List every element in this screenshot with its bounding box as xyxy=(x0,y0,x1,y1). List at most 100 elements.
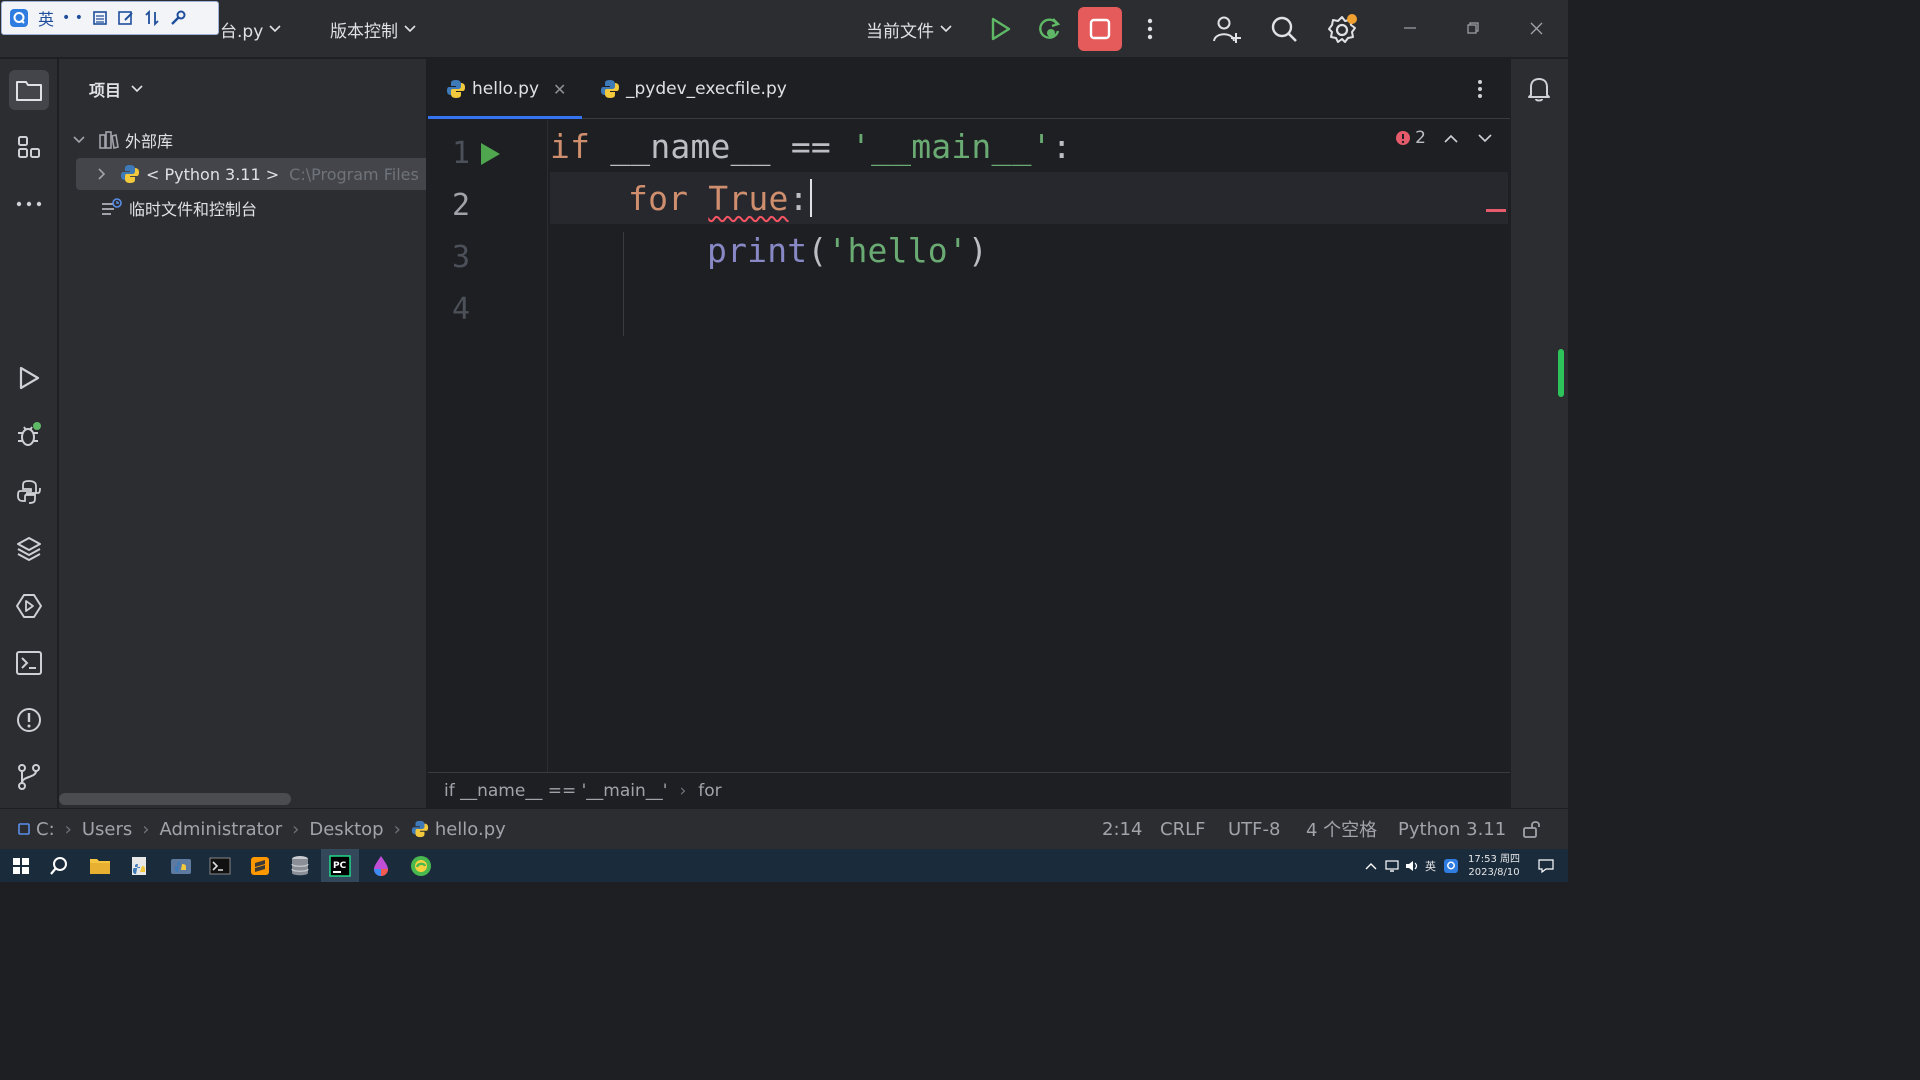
services-icon[interactable] xyxy=(9,586,49,626)
volume-icon[interactable] xyxy=(1405,860,1419,872)
tree-item-scratches[interactable]: 临时文件和控制台 xyxy=(101,192,421,224)
project-panel-header[interactable]: 项目 xyxy=(89,77,143,101)
error-badge-icon[interactable]: 2 xyxy=(1395,128,1426,148)
project-panel-title[interactable]: 项目 xyxy=(89,77,121,101)
nav-path-item[interactable]: Users xyxy=(82,819,132,840)
code-line-1[interactable]: if __name__ == '__main__': xyxy=(550,120,1072,172)
lock-icon[interactable] xyxy=(1522,809,1542,849)
code-paren: ( xyxy=(807,230,828,270)
debug-bug-icon[interactable] xyxy=(9,415,49,455)
taskbar-clock[interactable]: 17:53 周四 2023/8/10 xyxy=(1468,853,1520,879)
notifications-bell-icon[interactable] xyxy=(1519,69,1559,109)
tray-expand-icon[interactable] xyxy=(1365,862,1377,870)
more-tools-icon[interactable] xyxy=(9,184,49,224)
run-tool-icon[interactable] xyxy=(9,358,49,398)
nav-path-item[interactable]: C: xyxy=(36,819,55,840)
tree-item-label: 外部库 xyxy=(125,132,174,151)
terminal-icon[interactable] xyxy=(9,643,49,683)
inspection-widget[interactable]: 2 xyxy=(1395,128,1492,148)
python-packages-layers-icon[interactable] xyxy=(9,529,49,569)
vcs-menu[interactable]: 版本控制 xyxy=(330,0,416,58)
file-encoding[interactable]: UTF-8 xyxy=(1228,809,1280,849)
chevron-down-icon xyxy=(404,25,416,33)
taskbar-search-icon[interactable] xyxy=(46,853,72,879)
code-line-3[interactable]: print('hello') xyxy=(550,224,988,276)
project-horizontal-scrollbar[interactable] xyxy=(59,793,291,805)
restore-icon[interactable] xyxy=(1461,16,1485,40)
code-line-2[interactable]: for True: xyxy=(550,172,1508,224)
windows-start-icon[interactable] xyxy=(8,853,34,879)
next-problem-icon[interactable] xyxy=(1478,133,1492,143)
ime-language-label[interactable]: 英 xyxy=(38,6,54,30)
ime-dots-icon[interactable]: • • xyxy=(62,10,83,26)
run-button[interactable] xyxy=(984,13,1016,45)
ime-sort-icon[interactable] xyxy=(143,9,161,27)
action-center-icon[interactable] xyxy=(1538,858,1554,873)
ime-edit-icon[interactable] xyxy=(117,9,135,27)
tab-label[interactable]: _pydev_execfile.py xyxy=(626,79,787,99)
settings-gear-icon[interactable] xyxy=(1324,11,1360,47)
debug-button[interactable] xyxy=(1034,13,1066,45)
line-number: 3 xyxy=(451,240,470,275)
tab-options-icon[interactable] xyxy=(1468,77,1492,101)
minimize-icon[interactable] xyxy=(1398,16,1422,40)
color-app-icon[interactable] xyxy=(368,853,394,879)
nav-path-item[interactable]: Administrator xyxy=(159,819,282,840)
vcs-menu-label[interactable]: 版本控制 xyxy=(330,17,398,42)
run-gutter-icon[interactable] xyxy=(476,140,504,168)
ime-toolbar[interactable]: 英 • • xyxy=(1,1,219,35)
project-file-menu[interactable]: 台.py xyxy=(220,0,281,58)
caret-position[interactable]: 2:14 xyxy=(1102,809,1142,849)
tree-item-python-sdk[interactable]: < Python 3.11 > C:\Program Files xyxy=(76,158,426,190)
nav-path-item[interactable]: Desktop xyxy=(309,819,383,840)
editor-scrollbar-thumb[interactable] xyxy=(1558,349,1564,397)
tab-close-icon[interactable]: ✕ xyxy=(553,80,566,99)
python-console-icon[interactable] xyxy=(9,472,49,512)
previous-problem-icon[interactable] xyxy=(1444,134,1458,143)
line-separator[interactable]: CRLF xyxy=(1160,809,1205,849)
python-interpreter[interactable]: Python 3.11 xyxy=(1398,809,1506,849)
python-app-icon[interactable] xyxy=(168,853,194,879)
chevron-down-icon[interactable] xyxy=(131,85,143,93)
ime-keyboard-icon[interactable] xyxy=(91,9,109,27)
nav-path-item[interactable]: hello.py xyxy=(435,819,506,840)
chevron-expanded-icon[interactable] xyxy=(73,136,91,144)
project-folder-icon[interactable] xyxy=(9,70,49,110)
ime-wrench-icon[interactable] xyxy=(169,9,187,27)
sublime-text-icon[interactable] xyxy=(247,853,273,879)
database-icon[interactable] xyxy=(287,853,313,879)
python-idle-icon[interactable] xyxy=(127,853,153,879)
network-icon[interactable] xyxy=(1385,859,1399,872)
run-config-label[interactable]: 当前文件 xyxy=(866,17,934,42)
pycharm-taskbar-icon[interactable]: PC xyxy=(321,849,359,882)
tree-item-path: C:\Program Files xyxy=(289,164,419,184)
breadcrumb-item[interactable]: for xyxy=(698,781,721,801)
add-user-icon[interactable] xyxy=(1210,13,1244,45)
more-actions-icon[interactable] xyxy=(1138,13,1162,45)
current-file-name[interactable]: 台.py xyxy=(220,17,263,42)
ime-logo-icon[interactable] xyxy=(8,7,30,29)
problems-icon[interactable] xyxy=(9,700,49,740)
tree-item-external-libraries[interactable]: 外部库 xyxy=(73,124,413,156)
code-editor[interactable]: if __name__ == '__main__': for True: pri… xyxy=(550,120,1508,772)
file-explorer-icon[interactable] xyxy=(87,853,113,879)
browser-icon[interactable] xyxy=(408,853,434,879)
line-number: 1 xyxy=(451,136,470,171)
git-branch-icon[interactable] xyxy=(9,757,49,797)
close-icon[interactable] xyxy=(1524,16,1548,40)
tray-ime-app-icon[interactable] xyxy=(1444,858,1458,873)
tab-label[interactable]: hello.py xyxy=(472,79,539,99)
text-caret xyxy=(809,179,812,217)
tray-ime-indicator[interactable]: 英 xyxy=(1425,858,1436,874)
structure-icon[interactable] xyxy=(9,127,49,167)
tab-pydev-execfile[interactable]: _pydev_execfile.py xyxy=(600,59,787,119)
indent-setting[interactable]: 4 个空格 xyxy=(1306,809,1377,849)
search-icon[interactable] xyxy=(1268,13,1300,45)
chevron-right-icon[interactable] xyxy=(98,168,120,180)
cmd-terminal-icon[interactable] xyxy=(207,853,233,879)
error-stripe-marker[interactable] xyxy=(1486,209,1506,212)
tab-hello-py[interactable]: hello.py ✕ xyxy=(428,59,583,119)
breadcrumb-item[interactable]: if __name__ == '__main__' xyxy=(444,781,667,801)
stop-button[interactable] xyxy=(1078,7,1122,51)
run-config-selector[interactable]: 当前文件 xyxy=(866,0,952,58)
